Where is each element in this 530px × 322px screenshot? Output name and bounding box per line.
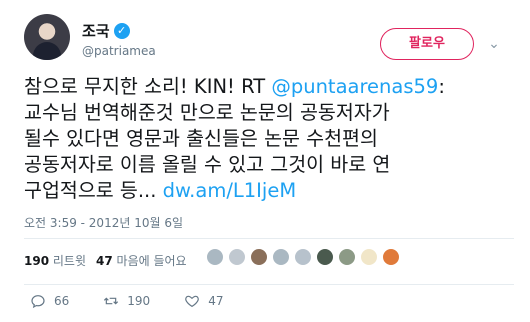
reply-icon: [31, 295, 45, 309]
divider: [24, 284, 514, 285]
liker-avatar[interactable]: [360, 248, 378, 266]
tweet-actions: 66 190 47: [30, 293, 223, 309]
liker-avatar[interactable]: [338, 248, 356, 266]
heart-icon: [185, 295, 200, 308]
liker-avatar[interactable]: [316, 248, 334, 266]
mention-link[interactable]: @puntaarenas59: [271, 75, 438, 98]
like-button[interactable]: 47: [184, 293, 223, 309]
reply-count: 66: [54, 294, 70, 308]
like-stat-count: 47: [96, 254, 113, 268]
follow-button[interactable]: 팔로우: [380, 28, 474, 60]
url-link[interactable]: dw.am/L1IjeM: [163, 179, 297, 202]
chevron-down-icon[interactable]: ⌄: [484, 34, 504, 54]
liker-avatar[interactable]: [272, 248, 290, 266]
like-count: 47: [208, 294, 224, 308]
tweet-line-4: 공동저자로 이름 올릴 수 있고 그것이 바로 연: [24, 153, 391, 176]
liker-avatar[interactable]: [294, 248, 312, 266]
like-stat-label: 마음에 들어요: [116, 254, 187, 268]
retweet-button[interactable]: 190: [103, 293, 150, 309]
liker-avatar[interactable]: [228, 248, 246, 266]
verified-badge-icon: ✓: [113, 22, 130, 39]
tweet-text-segment: 참으로 무지한 소리! KIN! RT: [24, 75, 272, 98]
avatar[interactable]: [24, 14, 70, 60]
tweet-text-segment: :: [438, 75, 445, 98]
divider: [24, 238, 514, 239]
user-name-block[interactable]: 조국 ✓ @patriamea: [82, 20, 156, 58]
retweet-count: 190: [127, 294, 151, 308]
retweet-stat-label: 리트윗: [52, 254, 87, 268]
tweet-line-1: 참으로 무지한 소리! KIN! RT @puntaarenas59:: [24, 74, 524, 100]
tweet-stats: 190 리트윗 47 마음에 들어요: [24, 252, 187, 269]
tweet-text-segment: 구업적으로 등...: [24, 179, 163, 202]
tweet-header: 조국 ✓ @patriamea 팔로우 ⌄: [24, 14, 514, 62]
retweet-icon: [104, 297, 119, 305]
user-handle[interactable]: @patriamea: [82, 44, 156, 58]
retweet-stat[interactable]: 190 리트윗: [24, 252, 86, 269]
liker-avatar[interactable]: [382, 248, 400, 266]
tweet-text: 참으로 무지한 소리! KIN! RT @puntaarenas59: 교수님 …: [24, 74, 524, 204]
tweet-timestamp[interactable]: 오전 3:59 - 2012년 10월 6일: [24, 214, 183, 231]
like-stat[interactable]: 47 마음에 들어요: [96, 252, 187, 269]
tweet-line-5: 구업적으로 등... dw.am/L1IjeM: [24, 178, 524, 204]
retweet-stat-count: 190: [24, 254, 50, 268]
liker-avatars: [206, 248, 400, 266]
liker-avatar[interactable]: [250, 248, 268, 266]
tweet-line-3: 될수 있다면 영문과 출신들은 논문 수천편의: [24, 127, 378, 150]
reply-button[interactable]: 66: [30, 293, 69, 309]
display-name[interactable]: 조국: [82, 20, 110, 41]
tweet-line-2: 교수님 번역해준것 만으로 논문의 공동저자가: [24, 101, 390, 124]
liker-avatar[interactable]: [206, 248, 224, 266]
